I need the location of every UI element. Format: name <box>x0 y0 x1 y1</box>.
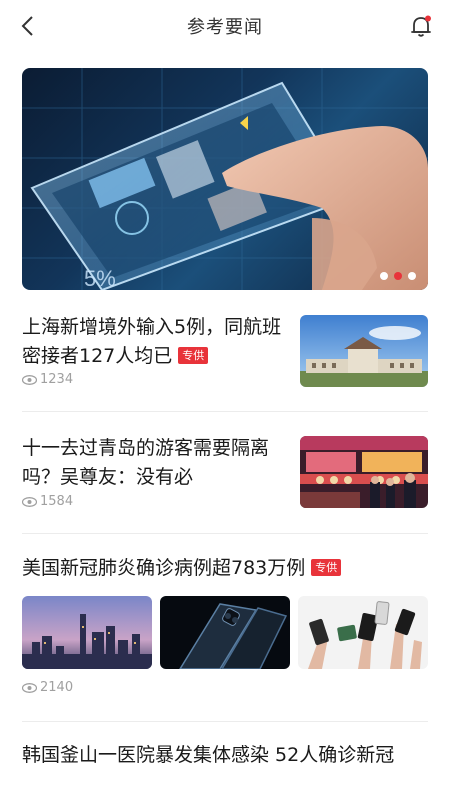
divider <box>22 721 428 722</box>
top-nav-bar: 参考要闻 <box>0 0 450 52</box>
banner-carousel[interactable]: 5% <box>22 68 428 290</box>
news-item[interactable]: 美国新冠肺炎确诊病例超783万例 专供 2140 <box>22 554 428 704</box>
news-headline[interactable]: 上海新增境外输入5例，同航班密接者127人均已 专供 <box>22 313 284 371</box>
news-headline[interactable]: 美国新冠肺炎确诊病例超783万例 专供 <box>22 554 428 583</box>
bell-icon[interactable] <box>406 11 436 41</box>
news-thumbnail[interactable] <box>160 596 290 669</box>
exclusive-tag: 专供 <box>311 559 342 576</box>
carousel-dot[interactable] <box>408 272 416 280</box>
notification-dot <box>425 15 431 22</box>
eye-icon <box>22 682 37 693</box>
news-headline[interactable]: 十一去过青岛的游客需要隔离吗？吴尊友：没有必 <box>22 434 284 492</box>
news-item[interactable]: 十一去过青岛的游客需要隔离吗？吴尊友：没有必 1584 <box>22 434 428 514</box>
news-item[interactable]: 韩国釜山一医院暴发集体感染 52人确诊新冠 <box>22 741 428 800</box>
news-item[interactable]: 上海新增境外输入5例，同航班密接者127人均已 专供 1234 <box>22 313 428 393</box>
page-title: 参考要闻 <box>187 17 263 38</box>
news-thumbnail[interactable] <box>300 315 428 387</box>
svg-text:5%: 5% <box>84 266 116 290</box>
news-thumbnail[interactable] <box>22 596 152 669</box>
news-thumbnail[interactable] <box>298 596 428 669</box>
carousel-dot[interactable] <box>380 272 388 280</box>
carousel-dot-active[interactable] <box>394 272 402 280</box>
news-headline[interactable]: 韩国釜山一医院暴发集体感染 52人确诊新冠 <box>22 741 428 770</box>
divider <box>22 411 428 412</box>
view-count: 1584 <box>22 494 73 509</box>
eye-icon <box>22 496 37 507</box>
banner-image: 5% <box>22 68 428 290</box>
eye-icon <box>22 374 37 385</box>
view-count: 1234 <box>22 372 73 387</box>
divider <box>22 533 428 534</box>
news-thumbnail[interactable] <box>300 436 428 508</box>
view-count: 2140 <box>22 680 73 695</box>
carousel-indicators <box>380 272 416 280</box>
exclusive-tag: 专供 <box>178 347 209 364</box>
